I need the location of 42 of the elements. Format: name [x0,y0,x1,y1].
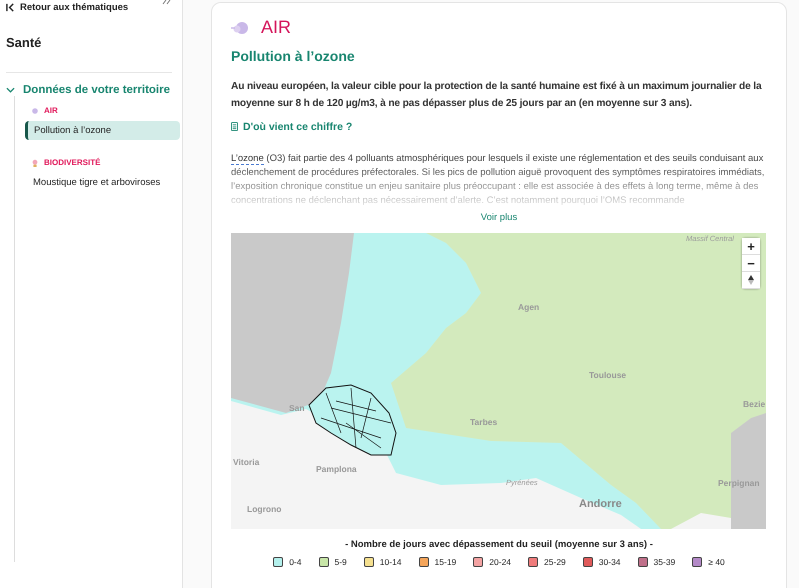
legend-label: 30-34 [598,557,621,567]
zoom-button[interactable]: + [742,238,760,255]
map-label: Logrono [247,504,282,514]
category-label: BIODIVERSITÉ [44,158,100,167]
back-link[interactable]: Retour aux thématiques [6,2,128,13]
cloud-icon [31,106,39,114]
sidebar-title: Santé [6,35,42,50]
sidebar-item[interactable]: Pollution à l’ozone [25,121,180,140]
legend-label: 15-19 [434,557,456,567]
map-label: Agen [518,302,540,312]
map-label: Vitoria [233,457,260,467]
compass-button[interactable] [742,272,760,289]
legend-label: 35-39 [654,557,676,567]
zoom-button[interactable]: − [742,255,760,272]
page-title: Pollution à l’ozone [231,48,356,64]
map-label: Tarbes [470,417,498,427]
section-toggle[interactable]: Données de votre territoire [6,72,172,96]
flower-icon [31,158,39,166]
cloud-icon [231,20,251,36]
legend-label: 20-24 [489,557,512,567]
term-link[interactable]: L’ozone [231,153,264,165]
source-link[interactable]: D'où vient ce chiffre ? [231,120,352,132]
map-label: Toulouse [589,370,626,380]
sidebar-item[interactable]: Moustique tigre et arboviroses [25,173,180,192]
category-title: AIR [261,17,292,38]
category-label: AIR [44,106,58,115]
collapse-icon[interactable] [162,0,172,5]
chevron-icon [6,87,15,93]
see-more-link[interactable]: Voir plus [480,212,518,223]
legend-label: ≥ 40 [708,557,725,567]
north-arrow-icon [748,275,754,285]
back-icon [6,3,15,12]
highlight-text: Au niveau européen, la valeur cible pour la protection de la santé humaine est fixé à un maximum journalier de la moyenne sur 8 h de 120 µg/m3, à ne pas dépasser plus de 25 jours par an (en moyenne sur 3 ans). [231,80,763,111]
legend-label: 0-4 [289,557,302,567]
legend-title: - Nombre de jours avec dépassement du seuil (moyenne sur 3 ans) - [344,539,654,550]
calculator-icon [231,122,238,131]
map-label: Pamplona [316,464,357,474]
map-label: Andorre [579,498,622,510]
legend-label: 5-9 [334,557,347,567]
map-label: San [289,403,305,413]
legend-label: 10-14 [380,557,402,567]
legend-label: 25-29 [544,557,566,567]
